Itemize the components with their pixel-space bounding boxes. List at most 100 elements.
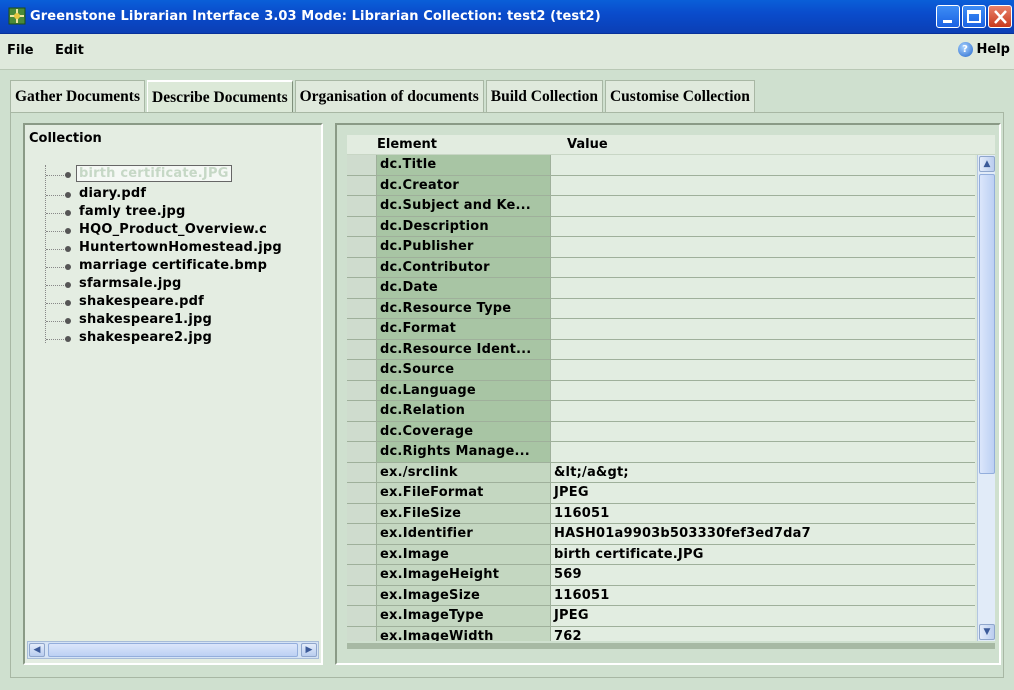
scroll-up-icon[interactable]: ▲ — [979, 156, 995, 172]
element-cell[interactable]: ex.FileFormat — [377, 483, 551, 503]
value-cell[interactable]: 762 — [551, 626, 975, 641]
value-cell[interactable] — [551, 401, 975, 421]
element-cell[interactable]: dc.Subject and Ke... — [377, 196, 551, 216]
element-cell[interactable]: ex.ImageType — [377, 606, 551, 626]
element-cell[interactable]: dc.Language — [377, 380, 551, 400]
scroll-right-icon[interactable]: ▶ — [301, 643, 317, 657]
table-row[interactable]: dc.Publisher — [347, 237, 975, 258]
tree-item-file[interactable]: sfarmsale.jpg — [45, 275, 321, 295]
table-row[interactable]: dc.Source — [347, 360, 975, 381]
value-cell[interactable] — [551, 360, 975, 380]
element-cell[interactable]: dc.Format — [377, 319, 551, 339]
element-cell[interactable]: dc.Title — [377, 155, 551, 175]
table-row[interactable]: dc.Description — [347, 216, 975, 237]
element-cell[interactable]: dc.Description — [377, 216, 551, 236]
scroll-left-icon[interactable]: ◀ — [29, 643, 45, 657]
value-cell[interactable]: JPEG — [551, 606, 975, 626]
menu-edit[interactable]: Edit — [55, 43, 84, 58]
tree-item-file[interactable]: diary.pdf — [45, 185, 321, 205]
element-cell[interactable]: dc.Rights Manage... — [377, 442, 551, 462]
table-row[interactable]: ex.Image birth certificate.JPG — [347, 544, 975, 565]
table-row[interactable]: dc.Language — [347, 380, 975, 401]
tree-item-file[interactable]: HuntertownHomestead.jpg — [45, 239, 321, 259]
table-row[interactable]: dc.Relation — [347, 401, 975, 422]
value-cell[interactable]: JPEG — [551, 483, 975, 503]
value-cell[interactable] — [551, 237, 975, 257]
table-row[interactable]: dc.Date — [347, 278, 975, 299]
close-button[interactable] — [988, 5, 1012, 28]
element-cell[interactable]: dc.Date — [377, 278, 551, 298]
tab-gather-documents[interactable]: Gather Documents — [10, 80, 145, 112]
element-cell[interactable]: ex.FileSize — [377, 503, 551, 523]
value-cell[interactable]: birth certificate.JPG — [551, 544, 975, 564]
table-row[interactable]: dc.Resource Ident... — [347, 339, 975, 360]
element-cell[interactable]: ex.ImageHeight — [377, 565, 551, 585]
maximize-button[interactable] — [962, 5, 986, 28]
value-cell[interactable]: 116051 — [551, 585, 975, 605]
table-row[interactable]: ex.Identifier HASH01a9903b503330fef3ed7da… — [347, 524, 975, 545]
scrollbar-thumb[interactable] — [979, 174, 995, 474]
tree-item-file[interactable]: shakespeare2.jpg — [45, 329, 321, 349]
table-row[interactable]: ex.ImageSize 116051 — [347, 585, 975, 606]
value-cell[interactable] — [551, 339, 975, 359]
value-cell[interactable] — [551, 298, 975, 318]
table-row[interactable]: dc.Subject and Ke... — [347, 196, 975, 217]
value-cell[interactable] — [551, 155, 975, 175]
tree-item-file[interactable]: birth certificate.JPG — [45, 165, 321, 185]
value-cell[interactable] — [551, 196, 975, 216]
element-cell[interactable]: ex.ImageWidth — [377, 626, 551, 641]
value-cell[interactable] — [551, 257, 975, 277]
table-row[interactable]: ex.ImageType JPEG — [347, 606, 975, 627]
value-cell[interactable]: 116051 — [551, 503, 975, 523]
menu-file[interactable]: File — [7, 43, 34, 58]
element-cell[interactable]: ex.ImageSize — [377, 585, 551, 605]
value-cell[interactable]: &lt;/a&gt; — [551, 462, 975, 482]
element-cell[interactable]: ex.Identifier — [377, 524, 551, 544]
tree-item-file[interactable]: shakespeare1.jpg — [45, 311, 321, 331]
column-header-value[interactable]: Value — [567, 137, 608, 152]
value-cell[interactable] — [551, 319, 975, 339]
element-cell[interactable]: dc.Source — [377, 360, 551, 380]
tab-organisation-of-documents[interactable]: Organisation of documents — [294, 80, 484, 112]
element-cell[interactable]: dc.Coverage — [377, 421, 551, 441]
metadata-vertical-scrollbar[interactable]: ▲ ▼ — [977, 155, 995, 641]
tree-item-file[interactable]: marriage certificate.bmp — [45, 257, 321, 277]
value-cell[interactable] — [551, 175, 975, 195]
table-row[interactable]: ex.ImageWidth 762 — [347, 626, 975, 641]
value-cell[interactable] — [551, 278, 975, 298]
help-button[interactable]: ? Help — [957, 42, 1010, 57]
table-row[interactable]: ex.FileFormat JPEG — [347, 483, 975, 504]
table-row[interactable]: dc.Title — [347, 155, 975, 176]
scrollbar-thumb[interactable] — [48, 643, 298, 657]
element-cell[interactable]: ex./srclink — [377, 462, 551, 482]
table-row[interactable]: dc.Creator — [347, 175, 975, 196]
value-cell[interactable]: 569 — [551, 565, 975, 585]
tab-describe-documents[interactable]: Describe Documents — [147, 80, 293, 112]
element-cell[interactable]: ex.Image — [377, 544, 551, 564]
table-row[interactable]: ex.FileSize 116051 — [347, 503, 975, 524]
element-cell[interactable]: dc.Resource Ident... — [377, 339, 551, 359]
tab-customise-collection[interactable]: Customise Collection — [604, 80, 755, 112]
tab-build-collection[interactable]: Build Collection — [485, 80, 603, 112]
column-header-element[interactable]: Element — [377, 137, 437, 152]
table-row[interactable]: dc.Contributor — [347, 257, 975, 278]
tree-item-file[interactable]: famly tree.jpg — [45, 203, 321, 223]
table-row[interactable]: ex./srclink &lt;/a&gt; — [347, 462, 975, 483]
table-row[interactable]: dc.Format — [347, 319, 975, 340]
value-cell[interactable] — [551, 216, 975, 236]
element-cell[interactable]: dc.Creator — [377, 175, 551, 195]
minimize-button[interactable] — [936, 5, 960, 28]
element-cell[interactable]: dc.Resource Type — [377, 298, 551, 318]
table-row[interactable]: dc.Coverage — [347, 421, 975, 442]
element-cell[interactable]: dc.Relation — [377, 401, 551, 421]
table-row[interactable]: ex.ImageHeight 569 — [347, 565, 975, 586]
tree-item-file[interactable]: shakespeare.pdf — [45, 293, 321, 313]
table-row[interactable]: dc.Rights Manage... — [347, 442, 975, 463]
collection-horizontal-scrollbar[interactable]: ◀ ▶ — [27, 641, 319, 659]
tree-item-file[interactable]: HQO_Product_Overview.c — [45, 221, 321, 241]
value-cell[interactable] — [551, 421, 975, 441]
value-cell[interactable]: HASH01a9903b503330fef3ed7da7 — [551, 524, 975, 544]
element-cell[interactable]: dc.Publisher — [377, 237, 551, 257]
element-cell[interactable]: dc.Contributor — [377, 257, 551, 277]
value-cell[interactable] — [551, 442, 975, 462]
